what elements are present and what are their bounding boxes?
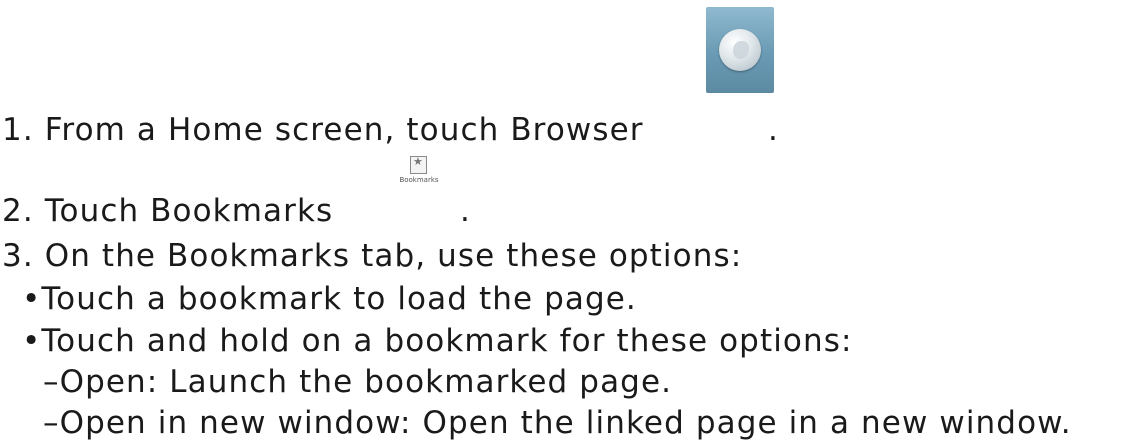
step-1-text: 1. From a Home screen, touch Browser [2,112,644,148]
step-1-period: . [768,112,779,148]
sub-item-open: –Open: Launch the bookmarked page. [43,364,673,400]
globe-icon [719,29,761,71]
step-2: 2. Touch Bookmarks. [2,193,470,229]
bullet-2: •Touch and hold on a bookmark for these … [22,323,853,359]
browser-globe-icon [706,7,774,93]
step-2-text: 2. Touch Bookmarks [2,193,334,229]
step-3: 3. On the Bookmarks tab, use these optio… [2,238,743,274]
bookmarks-icon: Bookmarks [396,150,442,190]
bullet-1: •Touch a bookmark to load the page. [22,281,637,317]
sub-item-open-new-window: –Open in new window: Open the linked pag… [43,405,1072,441]
bookmarks-icon-caption: Bookmarks [399,176,439,184]
step-1: 1. From a Home screen, touch Browser. [2,112,778,148]
step-2-period: . [460,193,471,229]
bookmark-star-icon [410,155,427,174]
